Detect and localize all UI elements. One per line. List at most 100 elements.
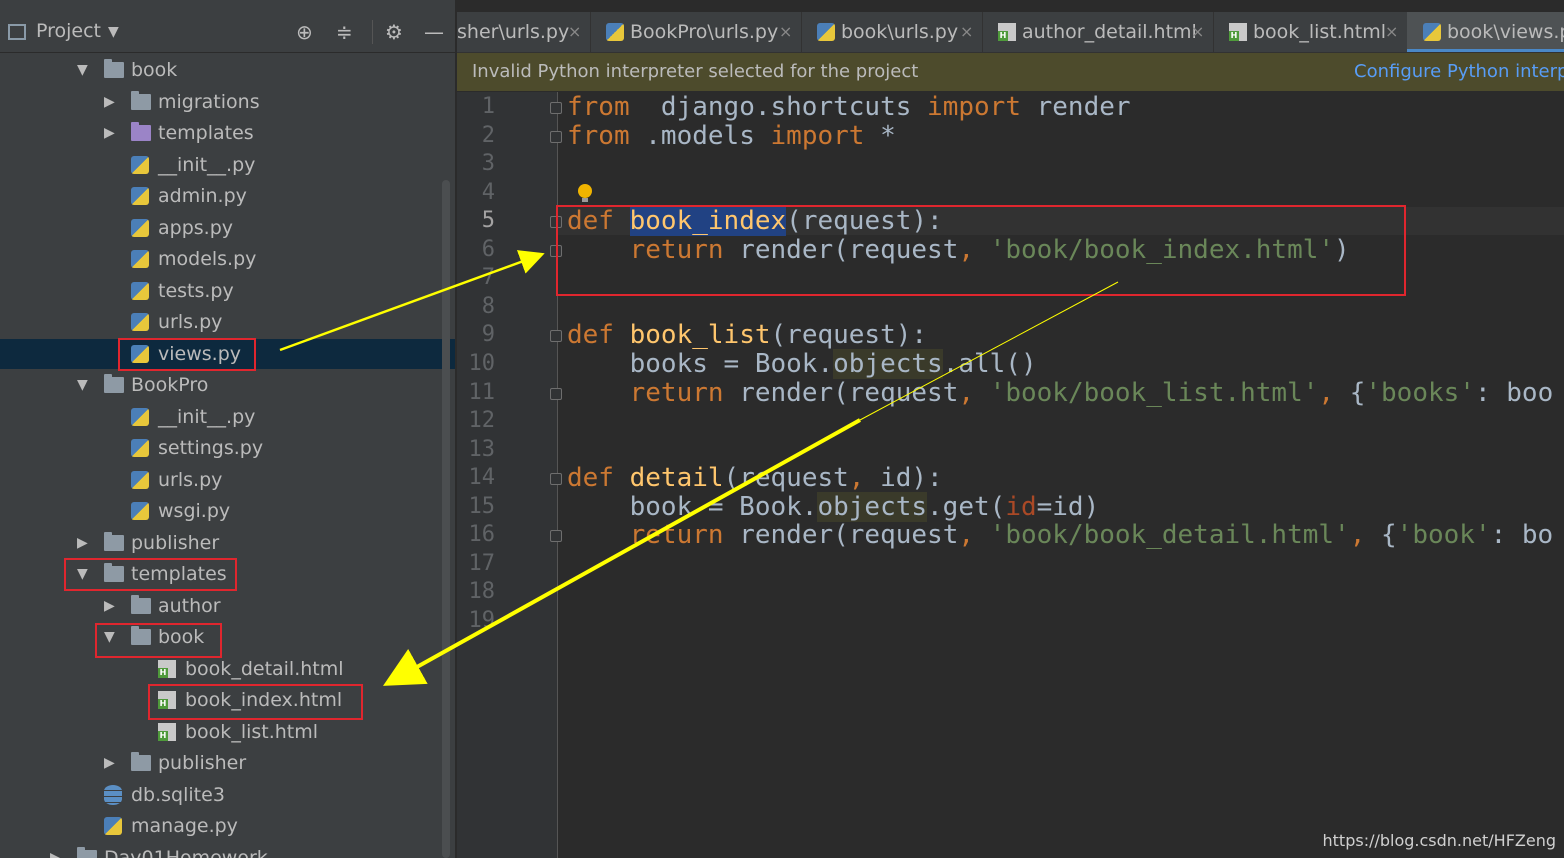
fold-marker-icon[interactable] bbox=[550, 102, 562, 114]
database-icon bbox=[104, 784, 122, 805]
tree-item[interactable]: ▼ book bbox=[0, 622, 455, 652]
project-panel-header: Project ▼ ⊕ ≑ ⚙ — bbox=[0, 12, 455, 53]
python-file-icon bbox=[131, 407, 149, 426]
editor-tab[interactable]: author_detail.html× bbox=[982, 12, 1214, 52]
code-token: , bbox=[1349, 520, 1366, 551]
fold-marker-icon[interactable] bbox=[550, 130, 562, 143]
tree-item[interactable]: book_detail.html bbox=[0, 654, 455, 684]
tree-item-label: urls.py bbox=[158, 468, 223, 491]
tree-item-label: book_list.html bbox=[185, 720, 319, 743]
tree-item[interactable]: ▶ migrations bbox=[0, 87, 455, 117]
tree-item[interactable]: urls.py bbox=[0, 465, 455, 495]
folder-icon bbox=[104, 374, 124, 393]
code-token: id bbox=[1005, 491, 1037, 522]
tree-item[interactable]: settings.py bbox=[0, 433, 455, 463]
code-line[interactable]: from .models import * bbox=[567, 121, 896, 151]
tree-item-label: __init__.py bbox=[158, 405, 256, 428]
tree-item[interactable]: ▼ book bbox=[0, 55, 455, 85]
line-number: 11 bbox=[468, 379, 496, 405]
tree-item[interactable]: manage.py bbox=[0, 811, 455, 841]
annotation-box-book-folder bbox=[95, 623, 222, 658]
tree-item[interactable]: db.sqlite3 bbox=[0, 780, 455, 810]
configure-interpreter-link[interactable]: Configure Python interp bbox=[1354, 53, 1564, 91]
lightbulb-icon[interactable] bbox=[578, 184, 592, 202]
caret-down-icon[interactable]: ▼ bbox=[108, 24, 119, 40]
code-token: 'book/book_detail.html' bbox=[989, 520, 1350, 551]
tree-item[interactable]: __init__.py bbox=[0, 150, 455, 180]
collapse-icon[interactable]: ≑ bbox=[336, 20, 353, 44]
editor-tab[interactable]: book\urls.py × bbox=[801, 12, 983, 52]
code-token: .models bbox=[629, 120, 771, 151]
tree-item[interactable]: ▶ publisher bbox=[0, 748, 455, 778]
close-icon[interactable]: × bbox=[568, 12, 581, 52]
code-token: * bbox=[864, 120, 896, 151]
editor-tab[interactable]: book_list.html× bbox=[1213, 12, 1408, 52]
tree-item[interactable]: ▶ author bbox=[0, 591, 455, 621]
collapsed-arrow-icon[interactable]: ▶ bbox=[104, 118, 120, 148]
code-token: : boo bbox=[1474, 377, 1554, 408]
code-token: , bbox=[958, 520, 975, 551]
locate-icon[interactable]: ⊕ bbox=[296, 20, 313, 44]
fold-marker-icon[interactable] bbox=[550, 330, 562, 343]
python-file-icon bbox=[131, 155, 149, 174]
project-scrollbar[interactable] bbox=[442, 180, 450, 858]
expanded-arrow-icon[interactable]: ▼ bbox=[77, 55, 93, 85]
collapsed-arrow-icon[interactable]: ▶ bbox=[104, 748, 120, 778]
code-token: return bbox=[629, 377, 724, 408]
tree-item[interactable]: apps.py bbox=[0, 213, 455, 243]
tree-item[interactable]: tests.py bbox=[0, 276, 455, 306]
code-line[interactable]: book = Book.objects.get(id=id) bbox=[567, 491, 1099, 522]
close-icon[interactable]: × bbox=[960, 12, 973, 52]
code-line[interactable]: def detail(request, id): bbox=[567, 463, 943, 493]
tree-item[interactable]: admin.py bbox=[0, 181, 455, 211]
tree-item[interactable]: wsgi.py bbox=[0, 496, 455, 526]
project-panel-title[interactable]: Project bbox=[36, 20, 101, 42]
line-number: 14 bbox=[468, 465, 496, 491]
code-line[interactable]: def book_list(request): bbox=[567, 320, 927, 350]
editor-tab[interactable]: book\views.p bbox=[1407, 12, 1564, 52]
code-token: detail bbox=[629, 463, 724, 494]
tree-item[interactable]: ▶ templates bbox=[0, 118, 455, 148]
collapsed-arrow-icon[interactable]: ▶ bbox=[77, 528, 93, 558]
tree-item[interactable]: __init__.py bbox=[0, 402, 455, 432]
watermark: https://blog.csdn.net/HFZeng bbox=[1322, 831, 1556, 850]
tree-item-label: models.py bbox=[158, 248, 257, 270]
tree-item[interactable]: urls.py bbox=[0, 307, 455, 337]
line-number: 9 bbox=[481, 322, 495, 348]
editor-tab[interactable]: sher\urls.py × bbox=[457, 12, 591, 52]
line-number: 10 bbox=[468, 350, 496, 376]
collapsed-arrow-icon[interactable]: ▶ bbox=[104, 87, 120, 117]
gear-icon[interactable]: ⚙ bbox=[385, 20, 403, 44]
tree-item[interactable]: models.py bbox=[0, 244, 455, 274]
minimize-icon[interactable]: — bbox=[424, 20, 444, 44]
fold-marker-icon[interactable] bbox=[550, 473, 562, 486]
code-token: { bbox=[1334, 377, 1366, 408]
editor-tab[interactable]: BookPro\urls.py × bbox=[590, 12, 802, 52]
fold-marker-icon[interactable] bbox=[550, 530, 562, 543]
close-icon[interactable]: × bbox=[1191, 12, 1204, 52]
code-line[interactable]: from django.shortcuts import render bbox=[567, 92, 1131, 122]
tree-item[interactable]: ▼ BookPro bbox=[0, 370, 455, 400]
tree-item-label: publisher bbox=[131, 531, 220, 554]
collapsed-arrow-icon[interactable]: ▶ bbox=[104, 591, 120, 621]
python-file-icon bbox=[131, 187, 149, 205]
close-icon[interactable]: × bbox=[779, 12, 792, 52]
project-panel: Project ▼ ⊕ ≑ ⚙ — ▼ book ▶ migrations ▶ templ… bbox=[0, 0, 455, 858]
expanded-arrow-icon[interactable]: ▼ bbox=[77, 370, 93, 400]
code-line[interactable]: return render(request, 'book/book_list.h… bbox=[567, 377, 1554, 408]
tree-item[interactable]: book_list.html bbox=[0, 717, 455, 747]
html-file-icon bbox=[998, 23, 1016, 41]
collapsed-arrow-icon[interactable]: ▶ bbox=[50, 843, 66, 858]
tree-item[interactable]: ▶ publisher bbox=[0, 528, 455, 558]
code-token: render(request bbox=[723, 377, 959, 408]
fold-marker-icon[interactable] bbox=[550, 387, 562, 400]
code-line[interactable]: return render(request, 'book/book_detail… bbox=[567, 520, 1554, 551]
close-icon[interactable]: × bbox=[1385, 12, 1398, 52]
tree-item[interactable]: ▶ Day01Homework bbox=[0, 843, 455, 858]
line-number-gutter[interactable]: 1 2 3 4 5 6 7 8 9 10 11 12 13 14 15 16 17 18 19 bbox=[457, 92, 557, 858]
code-line[interactable]: books = Book.objects.all() bbox=[567, 348, 1037, 379]
